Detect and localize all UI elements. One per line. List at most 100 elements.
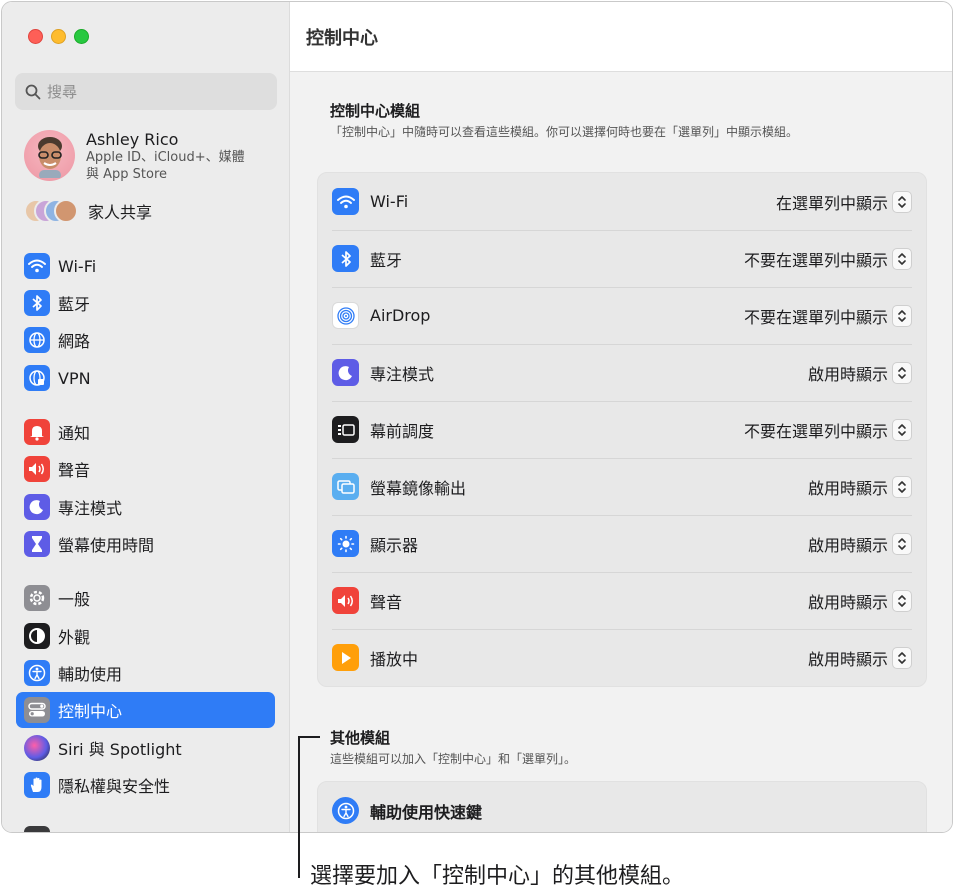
sidebar-item-screen-time[interactable]: 螢幕使用時間 <box>16 526 275 562</box>
sidebar: 搜尋 Ashley Rico Apple ID、iCloud+、媒體 與 App… <box>2 2 290 832</box>
module-row-focus: 專注模式 啟用時顯示 <box>332 344 912 401</box>
module-visibility-value[interactable]: 不要在選單列中顯示 <box>744 247 888 271</box>
module-visibility-popup-button[interactable] <box>892 532 912 555</box>
screen-mirroring-icon <box>332 473 359 500</box>
airdrop-icon <box>332 302 359 329</box>
module-visibility-popup-button[interactable] <box>892 589 912 612</box>
module-visibility-value[interactable]: 啟用時顯示 <box>808 475 888 499</box>
module-visibility-popup-button[interactable] <box>892 304 912 327</box>
minimize-window-button[interactable] <box>51 29 66 44</box>
module-visibility-popup-button[interactable] <box>892 475 912 498</box>
sidebar-item-wifi[interactable]: Wi-Fi <box>16 248 275 284</box>
window-controls <box>28 29 89 44</box>
sidebar-item-network[interactable]: 網路 <box>16 322 275 358</box>
module-visibility-value[interactable]: 不要在選單列中顯示 <box>744 304 888 328</box>
sidebar-item-appearance[interactable]: 外觀 <box>16 618 275 654</box>
module-row-sound: 聲音 啟用時顯示 <box>332 572 912 629</box>
callout-line <box>298 736 300 878</box>
sidebar-item-focus[interactable]: 專注模式 <box>16 489 275 525</box>
module-name: Wi-Fi <box>370 192 409 211</box>
bluetooth-icon <box>24 290 50 316</box>
sidebar-item-label: 一般 <box>58 590 91 609</box>
sidebar-item-bluetooth[interactable]: 藍牙 <box>16 285 275 321</box>
accessibility-icon <box>24 660 50 686</box>
wifi-icon <box>24 253 50 279</box>
module-row-display: 顯示器 啟用時顯示 <box>332 515 912 572</box>
module-row-now-playing: 播放中 啟用時顯示 <box>332 629 912 686</box>
sidebar-item-label: 外觀 <box>58 628 91 647</box>
module-visibility-value[interactable]: 啟用時顯示 <box>808 646 888 670</box>
hand-icon <box>24 772 50 798</box>
other-modules-section-description: 這些模組可以加入「控制中心」和「選單列」。 <box>330 752 577 766</box>
module-visibility-popup-button[interactable] <box>892 247 912 270</box>
module-name: 藍牙 <box>370 250 403 270</box>
speaker-icon <box>24 456 50 482</box>
gear-icon <box>24 585 50 611</box>
account-subtitle-1: Apple ID、iCloud+、媒體 <box>86 150 245 166</box>
module-row-stage-manager: 幕前調度 不要在選單列中顯示 <box>332 401 912 458</box>
sidebar-item-label: 隱私權與安全性 <box>58 777 171 796</box>
module-row-screen-mirroring: 螢幕鏡像輸出 啟用時顯示 <box>332 458 912 515</box>
module-visibility-value[interactable]: 不要在選單列中顯示 <box>744 418 888 442</box>
avatar <box>24 130 75 181</box>
bluetooth-icon <box>332 245 359 272</box>
sidebar-item-general[interactable]: 一般 <box>16 580 275 616</box>
sidebar-item-label: Siri 與 Spotlight <box>58 740 182 759</box>
other-modules-list: 輔助使用快速鍵 <box>317 781 927 832</box>
close-window-button[interactable] <box>28 29 43 44</box>
module-name: AirDrop <box>370 306 431 325</box>
module-name: 螢幕鏡像輸出 <box>370 478 467 498</box>
callout-line-tick <box>298 736 320 738</box>
moon-icon <box>24 494 50 520</box>
main-pane: 控制中心 控制中心模組 「控制中心」中隨時可以查看這些模組。你可以選擇何時也要在… <box>290 2 952 832</box>
module-visibility-value[interactable]: 啟用時顯示 <box>808 589 888 613</box>
module-row-airdrop: AirDrop 不要在選單列中顯示 <box>332 287 912 344</box>
account-name: Ashley Rico <box>86 130 179 149</box>
sidebar-item-vpn[interactable]: VPN <box>16 360 275 396</box>
vpn-globe-icon <box>24 365 50 391</box>
sidebar-item-privacy-security[interactable]: 隱私權與安全性 <box>16 767 275 803</box>
module-visibility-value[interactable]: 在選單列中顯示 <box>776 190 888 214</box>
search-placeholder: 搜尋 <box>47 83 78 101</box>
account-item[interactable]: Ashley Rico Apple ID、iCloud+、媒體 與 App St… <box>24 130 245 183</box>
hourglass-icon <box>24 531 50 557</box>
sidebar-item-siri-spotlight[interactable]: Siri 與 Spotlight <box>16 730 275 766</box>
siri-icon <box>24 735 50 761</box>
zoom-window-button[interactable] <box>74 29 89 44</box>
modules-section-description: 「控制中心」中隨時可以查看這些模組。你可以選擇何時也要在「選單列」中顯示模組。 <box>330 125 799 139</box>
module-name: 顯示器 <box>370 535 419 555</box>
family-sharing-label: 家人共享 <box>88 203 153 222</box>
other-modules-section-title: 其他模組 <box>330 729 391 747</box>
family-avatars <box>24 199 80 223</box>
stage-manager-icon <box>332 416 359 443</box>
toolbar: 控制中心 <box>290 2 952 72</box>
other-module-row-accessibility-shortcuts[interactable]: 輔助使用快速鍵 <box>332 782 912 832</box>
module-visibility-value[interactable]: 啟用時顯示 <box>808 361 888 385</box>
sun-icon <box>332 530 359 557</box>
module-visibility-popup-button[interactable] <box>892 361 912 384</box>
module-name: 專注模式 <box>370 364 435 384</box>
module-visibility-value[interactable]: 啟用時顯示 <box>808 532 888 556</box>
sidebar-item-label: VPN <box>58 368 91 388</box>
sidebar-item-label: 通知 <box>58 424 91 443</box>
appearance-icon <box>24 623 50 649</box>
sidebar-item-label: 聲音 <box>58 461 91 480</box>
search-field[interactable]: 搜尋 <box>15 73 277 110</box>
module-visibility-popup-button[interactable] <box>892 646 912 669</box>
module-visibility-popup-button[interactable] <box>892 190 912 213</box>
sidebar-item-notifications[interactable]: 通知 <box>16 414 275 450</box>
modules-list: Wi-Fi 在選單列中顯示 藍牙 不要在選單列中顯示 AirDrop 不要在選單… <box>317 172 927 687</box>
wifi-icon <box>332 188 359 215</box>
settings-window: 搜尋 Ashley Rico Apple ID、iCloud+、媒體 與 App… <box>1 1 953 833</box>
family-sharing-item[interactable]: 家人共享 <box>24 199 152 223</box>
callout-text: 選擇要加入「控制中心」的其他模組。 <box>310 864 685 889</box>
page-title: 控制中心 <box>306 27 378 49</box>
globe-icon <box>24 327 50 353</box>
module-visibility-popup-button[interactable] <box>892 418 912 441</box>
sidebar-item-label: 網路 <box>58 332 91 351</box>
sidebar-item-label: 輔助使用 <box>58 665 123 684</box>
sidebar-item-control-center[interactable]: 控制中心 <box>16 692 275 728</box>
sidebar-item-sound[interactable]: 聲音 <box>16 451 275 487</box>
sidebar-item-accessibility[interactable]: 輔助使用 <box>16 655 275 691</box>
account-subtitle-2: 與 App Store <box>86 167 168 183</box>
